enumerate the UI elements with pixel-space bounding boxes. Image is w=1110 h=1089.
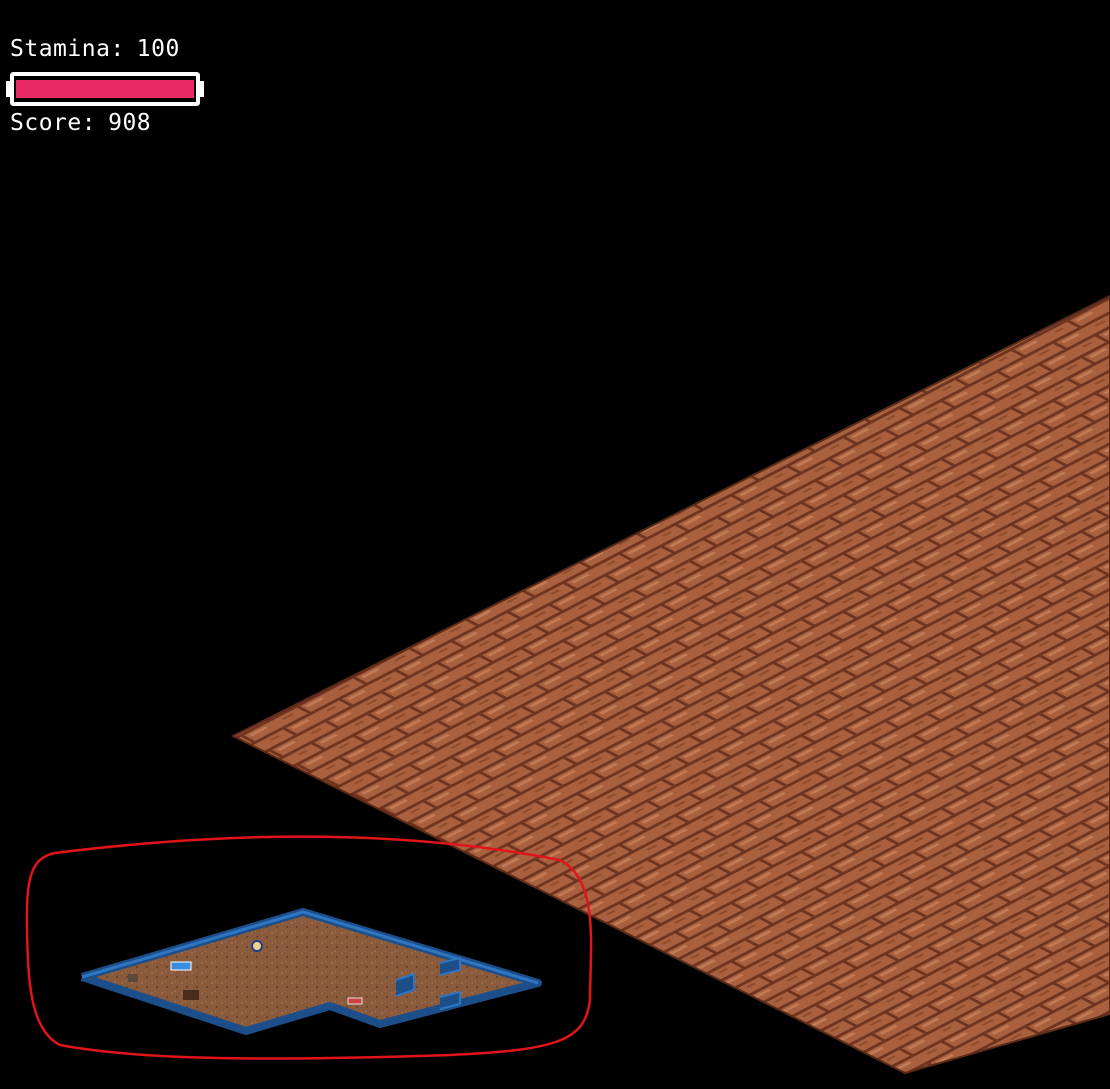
score-readout: Score: 908	[10, 112, 151, 135]
crate-sprite	[183, 990, 199, 1000]
stamina-bar	[6, 70, 204, 108]
player-sprite	[251, 940, 263, 952]
game-viewport[interactable]	[0, 0, 1110, 1089]
barrel-sprite	[128, 974, 138, 982]
stamina-bar-fill	[16, 80, 194, 98]
score-value: 908	[108, 110, 152, 136]
bed-sprite	[170, 961, 192, 971]
stamina-value: 100	[136, 36, 180, 62]
room-minimap	[80, 908, 542, 1035]
stamina-label: Stamina:	[10, 36, 125, 62]
item-sprite	[347, 997, 363, 1005]
stamina-readout: Stamina: 100	[10, 38, 180, 61]
score-label: Score:	[10, 110, 97, 136]
